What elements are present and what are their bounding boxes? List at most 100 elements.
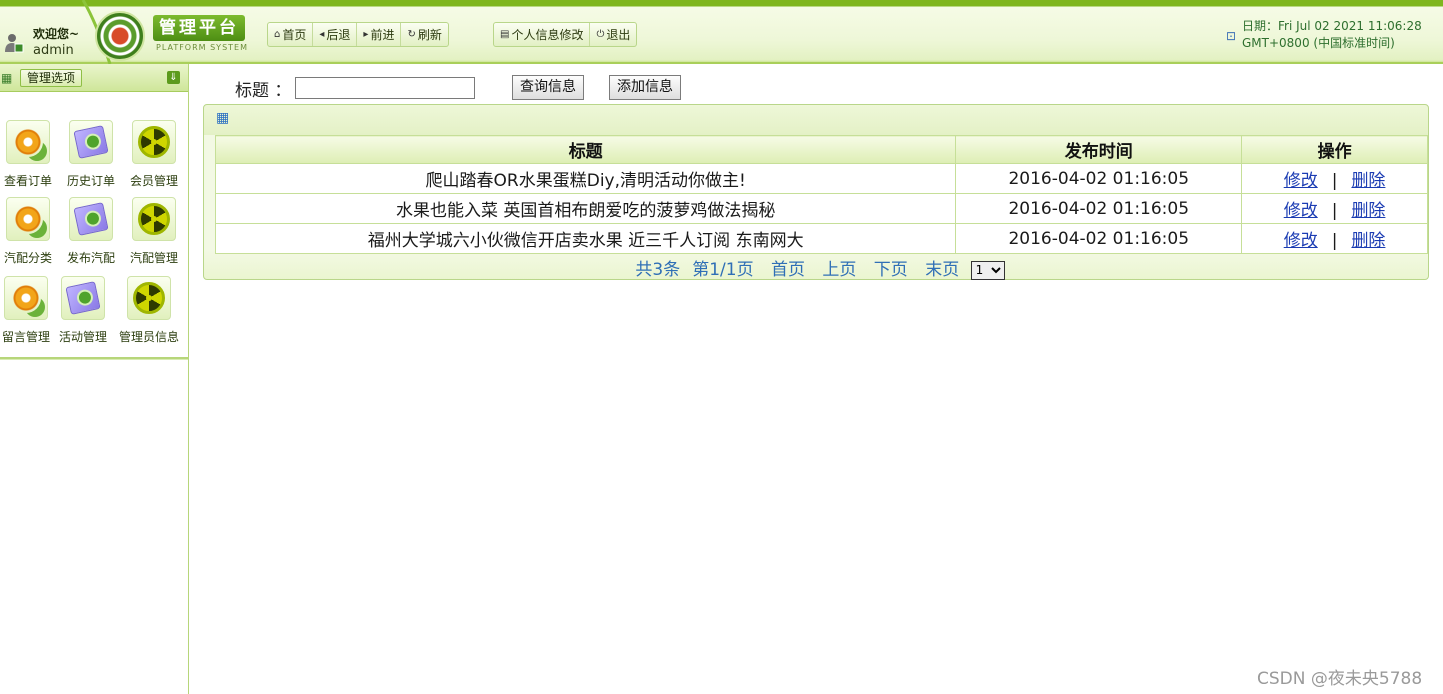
menu-tile — [69, 120, 113, 164]
edit-link[interactable]: 修改 — [1284, 201, 1318, 221]
cell-actions: 修改 | 删除 — [1241, 223, 1428, 254]
search-label: 标题 ： — [235, 81, 292, 101]
user-icon — [5, 34, 24, 53]
home-button[interactable]: ⌂ 首页 — [268, 23, 314, 46]
sidebar-item-parts-category[interactable]: 汽配分类 — [0, 197, 58, 266]
cell-title: 爬山踏春OR水果蛋糕Diy,清明活动你做主! — [214, 163, 957, 194]
sidebar-divider — [0, 357, 188, 360]
query-button[interactable]: 查询信息 — [512, 75, 584, 100]
column-header-title: 标题 — [214, 135, 957, 164]
cell-time: 2016-04-02 01:16:05 — [955, 193, 1243, 224]
cell-time: 2016-04-02 01:16:05 — [955, 223, 1243, 254]
radiation-icon — [138, 126, 170, 158]
menu-tile — [127, 276, 171, 320]
cell-actions: 修改 | 删除 — [1241, 163, 1428, 194]
menu-tile — [132, 120, 176, 164]
pencil-icon — [73, 202, 109, 236]
table-row: 爬山踏春OR水果蛋糕Diy,清明活动你做主! 2016-04-02 01:16:… — [214, 163, 1428, 194]
title-search-input[interactable] — [295, 77, 475, 99]
gear-icon — [13, 204, 43, 234]
pencil-icon — [73, 125, 109, 159]
menu-tile — [69, 197, 113, 241]
radiation-icon — [138, 203, 170, 235]
sidebar-item-label: 查看订单 — [3, 174, 52, 188]
logout-button[interactable]: ⏻ 退出 — [590, 23, 636, 46]
menu-tile — [6, 197, 50, 241]
prev-page-link[interactable]: 上页 — [822, 260, 856, 280]
power-icon: ⏻ — [596, 29, 605, 40]
total-count: 共3条 — [635, 260, 681, 280]
column-header-actions: 操作 — [1241, 135, 1428, 164]
refresh-button[interactable]: ↻ 刷新 — [401, 23, 447, 46]
sidebar-item-history-orders[interactable]: 历史订单 — [61, 120, 121, 189]
first-page-link[interactable]: 首页 — [771, 260, 805, 280]
arrow-right-icon: ▸ — [363, 29, 369, 40]
last-page-link[interactable]: 末页 — [925, 260, 959, 280]
page-select[interactable]: 1 — [970, 260, 1005, 280]
back-label: 后退 — [326, 28, 351, 42]
home-icon: ⌂ — [274, 29, 281, 40]
edit-link[interactable]: 修改 — [1284, 171, 1318, 191]
forward-label: 前进 — [370, 28, 395, 42]
page-info: 第1/1页 — [692, 260, 754, 280]
delete-link[interactable]: 删除 — [1351, 201, 1385, 221]
date-display: ⊡ 日期：Fri Jul 02 2021 11:06:28 GMT+0800 (… — [1226, 18, 1438, 52]
edit-profile-button[interactable]: ▤ 个人信息修改 — [494, 23, 591, 46]
forward-button[interactable]: ▸ 前进 — [357, 23, 402, 46]
action-separator: | — [1331, 171, 1338, 191]
sidebar-item-label: 汽配分类 — [3, 251, 52, 265]
edit-link[interactable]: 修改 — [1284, 231, 1318, 251]
welcome-text: 欢迎您~ — [33, 27, 80, 41]
back-button[interactable]: ◂ 后退 — [313, 23, 358, 46]
logout-label: 退出 — [606, 28, 631, 42]
sidebar-item-parts-management[interactable]: 汽配管理 — [124, 197, 184, 266]
gear-icon — [11, 283, 41, 313]
menu-tile — [132, 197, 176, 241]
sidebar-title: 管理选项 — [20, 69, 83, 87]
radiation-icon — [133, 282, 165, 314]
delete-link[interactable]: 删除 — [1351, 231, 1385, 251]
clock-icon: ⊡ — [1226, 29, 1237, 43]
pagination: 共3条 第1/1页 首页 上页 下页 末页 1 — [204, 255, 1430, 280]
action-separator: | — [1331, 231, 1338, 251]
sidebar-item-messages[interactable]: 留言管理 — [0, 276, 56, 345]
table-icon: ▦ — [216, 110, 230, 126]
top-header: 欢迎您~ admin 管理平台 PLATFORM SYSTEM ⌂ 首页 ◂ 后… — [0, 0, 1443, 64]
arrow-left-icon: ◂ — [319, 29, 325, 40]
username: admin — [33, 43, 74, 58]
sidebar-item-label: 历史订单 — [66, 174, 115, 188]
sidebar-item-view-orders[interactable]: 查看订单 — [0, 120, 58, 189]
next-page-link[interactable]: 下页 — [874, 260, 908, 280]
sidebar-item-activities[interactable]: 活动管理 — [53, 276, 113, 345]
collapse-arrow-icon[interactable]: ⇓ — [167, 71, 180, 84]
sidebar-item-label: 汽配管理 — [129, 251, 178, 265]
watermark: CSDN @夜未央5788 — [1257, 669, 1423, 689]
sidebar-item-label: 会员管理 — [129, 174, 178, 188]
account-toolbar: ▤ 个人信息修改 ⏻ 退出 — [493, 22, 638, 47]
table-row: 福州大学城六小伙微信开店卖水果 近三千人订阅 东南网大 2016-04-02 0… — [214, 223, 1428, 254]
table-row: 水果也能入菜 英国首相布朗爱吃的菠萝鸡做法揭秘 2016-04-02 01:16… — [214, 193, 1428, 224]
cell-title: 水果也能入菜 英国首相布朗爱吃的菠萝鸡做法揭秘 — [214, 193, 957, 224]
logo-title: 管理平台 — [153, 15, 245, 41]
edit-profile-label: 个人信息修改 — [511, 28, 584, 42]
refresh-label: 刷新 — [417, 28, 442, 42]
menu-tile — [6, 120, 50, 164]
sidebar-item-publish-parts[interactable]: 发布汽配 — [61, 197, 121, 266]
menu-tile — [61, 276, 105, 320]
nav-toolbar: ⌂ 首页 ◂ 后退 ▸ 前进 ↻ 刷新 — [267, 22, 449, 47]
gear-icon — [13, 127, 43, 157]
date-line-1: 日期：Fri Jul 02 2021 11:06:28 — [1242, 19, 1422, 33]
logo-subtitle: PLATFORM SYSTEM — [156, 43, 248, 52]
sidebar-item-members[interactable]: 会员管理 — [124, 120, 184, 189]
add-button[interactable]: 添加信息 — [609, 75, 681, 100]
sidebar-item-admin-info[interactable]: 管理员信息 — [119, 276, 179, 345]
pencil-icon — [65, 281, 101, 315]
menu-tile — [4, 276, 48, 320]
sidebar-item-label: 留言管理 — [1, 330, 50, 344]
delete-link[interactable]: 删除 — [1351, 171, 1385, 191]
refresh-icon: ↻ — [407, 29, 416, 40]
home-label: 首页 — [282, 28, 307, 42]
cell-actions: 修改 | 删除 — [1241, 193, 1428, 224]
date-line-2: GMT+0800 (中国标准时间) — [1242, 36, 1395, 50]
logo-icon — [95, 11, 145, 61]
